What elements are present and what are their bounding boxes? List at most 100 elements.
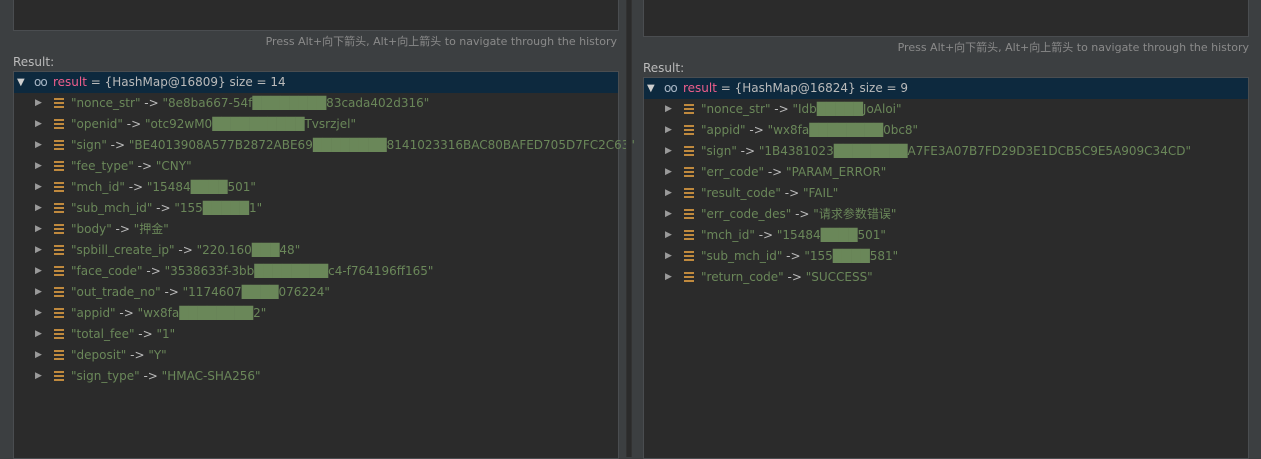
entry-key: "sub_mch_id" [701, 249, 783, 263]
map-entry-row[interactable]: ▶ "sign" -> "1B4381023████████A7FE3A07B7F… [644, 141, 1248, 162]
expand-right-icon[interactable]: ▶ [35, 240, 42, 261]
expand-right-icon[interactable]: ▶ [35, 282, 42, 303]
expand-down-icon[interactable]: ▼ [647, 78, 655, 99]
entry-label: "face_code" -> "3538633f-3bb████████c4-f… [71, 261, 433, 282]
result-root-row[interactable]: ▼ oo result = {HashMap@16824} size = 9 [644, 78, 1248, 99]
entry-arrow: -> [736, 144, 759, 158]
entry-key: "openid" [71, 117, 123, 131]
entry-key: "spbill_create_ip" [71, 243, 175, 257]
field-icon [54, 119, 64, 130]
expand-right-icon[interactable]: ▶ [665, 183, 672, 204]
map-entry-row[interactable]: ▶ "mch_id" -> "15484████501" [644, 225, 1248, 246]
entry-key: "appid" [701, 123, 746, 137]
map-entry-row[interactable]: ▶ "err_code" -> "PARAM_ERROR" [644, 162, 1248, 183]
expression-input[interactable] [643, 0, 1249, 37]
expand-right-icon[interactable]: ▶ [665, 141, 672, 162]
root-size: size = 9 [855, 81, 909, 95]
entry-key: "nonce_str" [701, 102, 771, 116]
field-icon [54, 182, 64, 193]
map-entry-row[interactable]: ▶ "sub_mch_id" -> "155█████1" [14, 198, 618, 219]
entry-key: "deposit" [71, 348, 127, 362]
entry-arrow: -> [780, 186, 803, 200]
expand-right-icon[interactable]: ▶ [35, 324, 42, 345]
expand-right-icon[interactable]: ▶ [35, 345, 42, 366]
map-entry-row[interactable]: ▶ "appid" -> "wx8fa████████0bc8" [644, 120, 1248, 141]
entry-label: "sign" -> "BE4013908A577B2872ABE69██████… [71, 135, 635, 156]
expand-right-icon[interactable]: ▶ [35, 177, 42, 198]
expand-right-icon[interactable]: ▶ [35, 366, 42, 387]
entry-value: "1B4381023████████A7FE3A07B7FD29D3E1DCB5… [758, 144, 1191, 158]
entry-value: "CNY" [155, 159, 192, 173]
expand-right-icon[interactable]: ▶ [665, 246, 672, 267]
entry-label: "result_code" -> "FAIL" [701, 183, 838, 204]
entry-arrow: -> [745, 123, 768, 137]
expand-right-icon[interactable]: ▶ [35, 303, 42, 324]
expand-right-icon[interactable]: ▶ [665, 99, 672, 120]
entry-arrow: -> [152, 201, 175, 215]
entry-value: "3538633f-3bb████████c4-f764196ff165" [164, 264, 434, 278]
map-entry-row[interactable]: ▶ "total_fee" -> "1" [14, 324, 618, 345]
entry-arrow: -> [782, 249, 805, 263]
entry-key: "result_code" [701, 186, 781, 200]
entry-label: "appid" -> "wx8fa████████0bc8" [701, 120, 918, 141]
entry-value: "HMAC-SHA256" [161, 369, 261, 383]
entry-arrow: -> [111, 222, 134, 236]
entry-label: "nonce_str" -> "8e8ba667-54f████████83ca… [71, 93, 429, 114]
result-tree[interactable]: ▼ oo result = {HashMap@16824} size = 9 ▶… [643, 77, 1249, 459]
map-entry-row[interactable]: ▶ "nonce_str" -> "Idb█████JoAloi" [644, 99, 1248, 120]
result-root-row[interactable]: ▼ oo result = {HashMap@16809} size = 14 [14, 72, 618, 93]
map-entry-row[interactable]: ▶ "return_code" -> "SUCCESS" [644, 267, 1248, 288]
map-entry-row[interactable]: ▶ "face_code" -> "3538633f-3bb████████c4-… [14, 261, 618, 282]
entry-value: "1" [156, 327, 176, 341]
entry-key: "appid" [71, 306, 116, 320]
entry-arrow: -> [106, 138, 129, 152]
field-icon [684, 209, 694, 220]
map-entry-row[interactable]: ▶ "openid" -> "otc92wM0██████████Tvsrzjel… [14, 114, 618, 135]
expression-input[interactable] [13, 0, 619, 31]
expand-right-icon[interactable]: ▶ [665, 162, 672, 183]
entry-label: "sign_type" -> "HMAC-SHA256" [71, 366, 261, 387]
expand-right-icon[interactable]: ▶ [665, 267, 672, 288]
entry-key: "face_code" [71, 264, 143, 278]
expand-right-icon[interactable]: ▶ [665, 120, 672, 141]
expand-right-icon[interactable]: ▶ [35, 114, 42, 135]
entry-arrow: -> [133, 159, 156, 173]
expand-right-icon[interactable]: ▶ [35, 135, 42, 156]
expand-down-icon[interactable]: ▼ [17, 72, 25, 93]
entry-value: "Y" [148, 348, 167, 362]
result-tree[interactable]: ▼ oo result = {HashMap@16809} size = 14 … [13, 71, 635, 459]
map-entry-row[interactable]: ▶ "sign_type" -> "HMAC-SHA256" [14, 366, 618, 387]
entry-label: "appid" -> "wx8fa████████2" [71, 303, 266, 324]
map-entry-row[interactable]: ▶ "fee_type" -> "CNY" [14, 156, 618, 177]
entry-label: "nonce_str" -> "Idb█████JoAloi" [701, 99, 902, 120]
expand-right-icon[interactable]: ▶ [35, 198, 42, 219]
expand-right-icon[interactable]: ▶ [665, 204, 672, 225]
expand-right-icon[interactable]: ▶ [35, 219, 42, 240]
entry-arrow: -> [770, 102, 793, 116]
map-entry-row[interactable]: ▶ "nonce_str" -> "8e8ba667-54f████████83c… [14, 93, 618, 114]
map-entry-row[interactable]: ▶ "result_code" -> "FAIL" [644, 183, 1248, 204]
entry-arrow: -> [115, 306, 138, 320]
history-hint: Press Alt+向下箭头, Alt+向上箭头 to navigate thr… [897, 41, 1249, 54]
expand-right-icon[interactable]: ▶ [665, 225, 672, 246]
field-icon [54, 329, 64, 340]
expand-right-icon[interactable]: ▶ [35, 261, 42, 282]
map-entry-row[interactable]: ▶ "err_code_des" -> "请求参数错误" [644, 204, 1248, 225]
map-entry-row[interactable]: ▶ "sub_mch_id" -> "155████581" [644, 246, 1248, 267]
history-hint: Press Alt+向下箭头, Alt+向上箭头 to navigate thr… [265, 35, 617, 48]
entry-key: "nonce_str" [71, 96, 141, 110]
expand-right-icon[interactable]: ▶ [35, 93, 42, 114]
map-entry-row[interactable]: ▶ "out_trade_no" -> "1174607████076224" [14, 282, 618, 303]
field-icon [54, 350, 64, 361]
entry-key: "fee_type" [71, 159, 134, 173]
map-entry-row[interactable]: ▶ "appid" -> "wx8fa████████2" [14, 303, 618, 324]
map-entry-row[interactable]: ▶ "sign" -> "BE4013908A577B2872ABE69█████… [14, 135, 635, 156]
map-entry-row[interactable]: ▶ "spbill_create_ip" -> "220.160███48" [14, 240, 618, 261]
map-entry-row[interactable]: ▶ "body" -> "押金" [14, 219, 618, 240]
right-debugger-panel: Press Alt+向下箭头, Alt+向上箭头 to navigate thr… [630, 0, 1261, 459]
map-entry-row[interactable]: ▶ "mch_id" -> "15484████501" [14, 177, 618, 198]
entry-label: "sign" -> "1B4381023████████A7FE3A07B7FD… [701, 141, 1191, 162]
entry-list: ▶ "nonce_str" -> "8e8ba667-54f████████83c… [14, 93, 635, 387]
map-entry-row[interactable]: ▶ "deposit" -> "Y" [14, 345, 618, 366]
expand-right-icon[interactable]: ▶ [35, 156, 42, 177]
